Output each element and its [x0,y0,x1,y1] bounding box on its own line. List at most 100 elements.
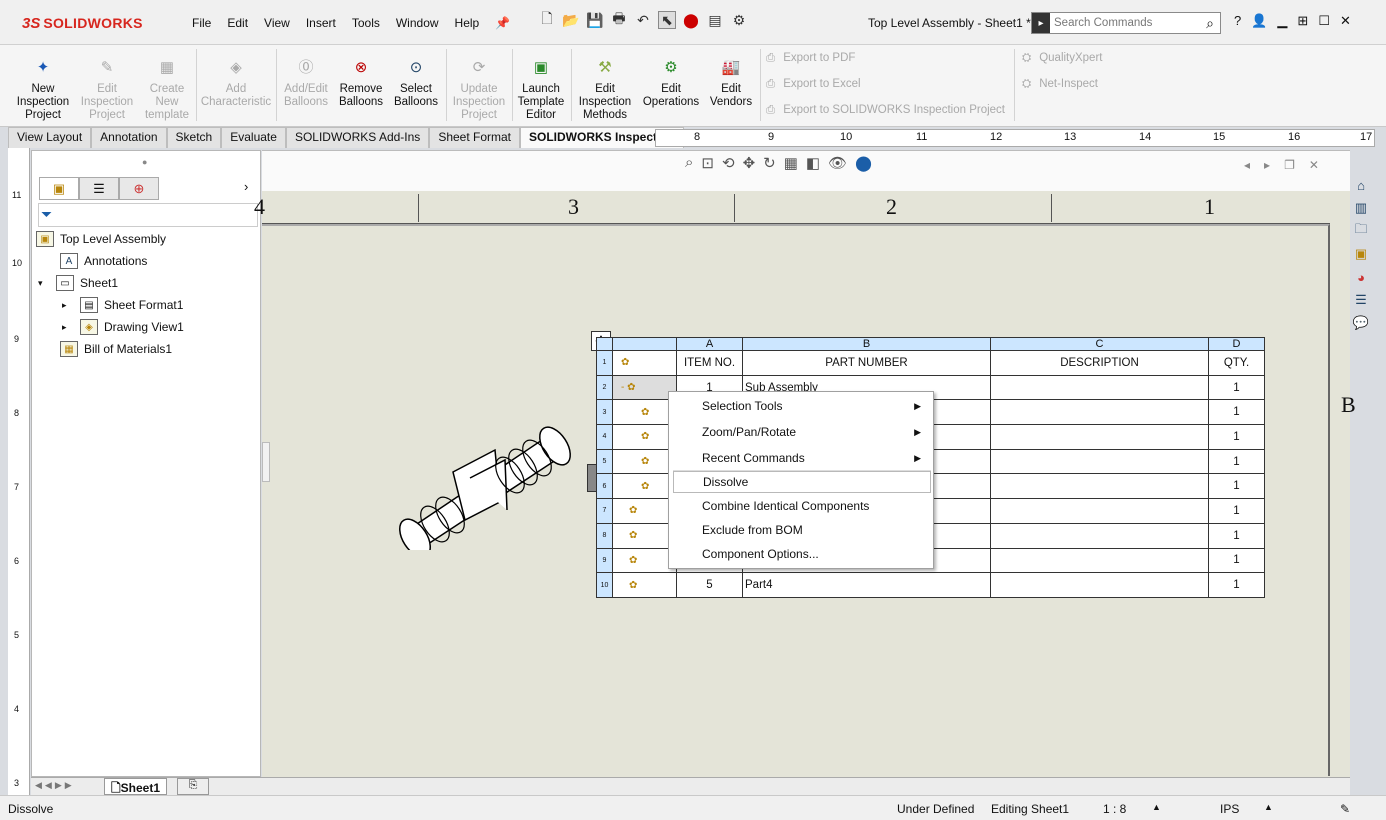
column-letter[interactable]: D [1208,337,1265,351]
collapse-arrow-icon[interactable]: ▸ [62,300,74,311]
new-inspection-project-button[interactable]: ✦ New Inspection Project [12,57,74,122]
column-letter[interactable]: A [676,337,743,351]
menu-item-zoom-pan-rotate[interactable]: Zoom/Pan/Rotate ▶ [673,421,931,443]
scale-dropdown-icon[interactable]: ▲ [1152,802,1161,812]
edit-vendors-button[interactable]: 🏭 Edit Vendors [706,57,756,109]
menu-window[interactable]: Window [388,14,447,32]
search-input[interactable]: Search Commands [1050,17,1206,29]
tree-item-annotations[interactable]: A Annotations [60,251,147,271]
menu-tools[interactable]: Tools [344,14,388,32]
print-icon[interactable]: 🖶 [610,10,628,29]
feature-manager-tab-icon[interactable]: ▣ [39,177,79,200]
display-style-icon[interactable]: ◧ [806,154,820,172]
menu-view[interactable]: View [256,14,298,32]
sheet-scale[interactable]: 1 : 8 [1103,802,1126,816]
add-characteristic-button[interactable]: ◈ Add Characteristic [200,57,272,109]
search-icon[interactable]: ⌕ [1206,15,1220,32]
tab-sketch[interactable]: Sketch [166,127,222,148]
menu-insert[interactable]: Insert [298,14,344,32]
add-edit-balloons-button[interactable]: ⓪ Add/Edit Balloons [280,57,332,109]
header-part-number[interactable]: PART NUMBER [742,350,991,376]
unit-system[interactable]: IPS [1220,802,1239,816]
property-manager-tab-icon[interactable]: ☰ [79,177,119,200]
solidworks-logo[interactable]: 3S SOLIDWORKS [22,8,162,38]
pin-icon[interactable]: 📌 [487,14,518,32]
tab-view-layout[interactable]: View Layout [8,127,92,148]
header-description[interactable]: DESCRIPTION [990,350,1209,376]
column-letter[interactable]: B [742,337,991,351]
tree-item-drawing-view[interactable]: ▸ ◈ Drawing View1 [62,317,184,337]
table-row[interactable]: 10 ✿ 5 Part4 1 [596,572,1265,598]
quick-tips-icon[interactable]: ✎ [1340,802,1350,816]
file-explorer-icon[interactable]: 🗀 [1350,221,1372,241]
column-letter[interactable]: C [990,337,1209,351]
menu-file[interactable]: File [184,14,219,32]
pan-icon[interactable]: ✥ [743,154,756,172]
export-pdf-item[interactable]: ⎙ Export to PDF [766,45,1005,71]
tab-sheet-format[interactable]: Sheet Format [429,127,521,148]
header-item-no[interactable]: ITEM NO. [676,350,743,376]
tab-solidworks-add-ins[interactable]: SOLIDWORKS Add-Ins [285,127,430,148]
view-palette-icon[interactable]: ▣ [1350,244,1372,264]
file-properties-icon[interactable]: ▤ [706,11,724,29]
close-icon[interactable]: ✕ [1340,13,1351,29]
edit-operations-button[interactable]: ⚙ Edit Operations [640,57,702,109]
zoom-to-area-icon[interactable]: ⊡ [701,154,714,172]
expand-arrow-icon[interactable]: ▾ [38,278,50,289]
rebuild-icon[interactable]: ⬤ [682,11,700,29]
launch-template-editor-button[interactable]: ▣ Launch Template Editor [514,57,568,122]
tab-annotation[interactable]: Annotation [91,127,167,148]
appearances-icon[interactable]: ◕ [1350,267,1372,287]
sheet-navigation-arrows[interactable]: ◀◀▶▶ [35,780,75,791]
forum-icon[interactable]: 💬 [1350,313,1372,333]
net-inspect-item[interactable]: ⛭ Net-Inspect [1022,71,1102,97]
menu-item-exclude-from-bom[interactable]: Exclude from BOM [673,519,931,541]
create-new-template-button[interactable]: ▦ Create New template [140,57,194,122]
appearance-sphere-icon[interactable]: ⬤ [855,154,872,172]
add-sheet-icon[interactable]: ⎘ [177,778,209,795]
rotate-icon[interactable]: ↻ [763,154,776,172]
dimxpert-tab-icon[interactable]: ⊕ [119,177,159,200]
select-cursor-icon[interactable]: ⬉ [658,11,676,29]
export-inspection-project-item[interactable]: ⎙ Export to SOLIDWORKS Inspection Project [766,97,1005,123]
hide-show-items-icon[interactable]: 👁 [828,154,847,172]
menu-edit[interactable]: Edit [219,14,256,32]
filter-box[interactable]: ⏷ [38,203,258,227]
edit-inspection-methods-button[interactable]: ⚒ Edit Inspection Methods [574,57,636,122]
menu-item-combine-identical[interactable]: Combine Identical Components [673,495,931,517]
units-dropdown-icon[interactable]: ▲ [1264,802,1273,812]
edit-inspection-project-button[interactable]: ✎ Edit Inspection Project [77,57,137,122]
panel-grip[interactable]: ● [142,157,147,167]
tree-item-sheet-format[interactable]: ▸ ▤ Sheet Format1 [62,295,183,315]
custom-properties-icon[interactable]: ☰ [1350,290,1372,310]
tree-root[interactable]: ▣ Top Level Assembly [36,229,166,249]
subassembly-icon[interactable]: - ✿ [612,374,677,401]
select-balloons-button[interactable]: ⊙ Select Balloons [390,57,442,109]
chevron-right-icon[interactable]: › [244,179,248,194]
menu-item-recent-commands[interactable]: Recent Commands ▶ [673,447,931,469]
sheet-tab[interactable]: 🗋Sheet1 [104,778,168,795]
tree-item-sheet1[interactable]: ▾ ▭ Sheet1 [38,273,118,293]
minimize-icon[interactable]: ▁ [1277,13,1287,29]
tree-item-bill-of-materials[interactable]: ▦ Bill of Materials1 [60,339,172,359]
undo-icon[interactable]: ↶ [634,11,652,29]
menu-item-selection-tools[interactable]: Selection Tools ▶ [673,395,931,417]
save-icon[interactable]: 💾 [586,11,604,29]
qualityxpert-item[interactable]: ⛭ QualityXpert [1022,45,1102,71]
user-icon[interactable]: 👤 [1251,13,1267,29]
previous-view-icon[interactable]: ⟲ [722,154,735,172]
close-document-icon[interactable]: ✕ [1309,158,1319,172]
home-icon[interactable]: ⌂ [1350,175,1372,195]
view-palette-icon[interactable]: ▦ [784,154,798,172]
menu-item-component-options[interactable]: Component Options... [673,543,931,565]
collapse-arrow-icon[interactable]: ▸ [62,322,74,333]
next-document-icon[interactable]: ▸ [1264,158,1270,172]
remove-balloons-button[interactable]: ⊗ Remove Balloons [336,57,386,109]
export-excel-item[interactable]: ⎙ Export to Excel [766,71,1005,97]
menu-help[interactable]: Help [447,14,488,32]
new-document-icon[interactable]: 🗋 [538,10,556,29]
help-icon[interactable]: ? [1234,13,1241,29]
options-gear-icon[interactable]: ⚙ [730,11,748,29]
drawing-view-isometric[interactable] [395,420,575,550]
previous-document-icon[interactable]: ◂ [1244,158,1250,172]
